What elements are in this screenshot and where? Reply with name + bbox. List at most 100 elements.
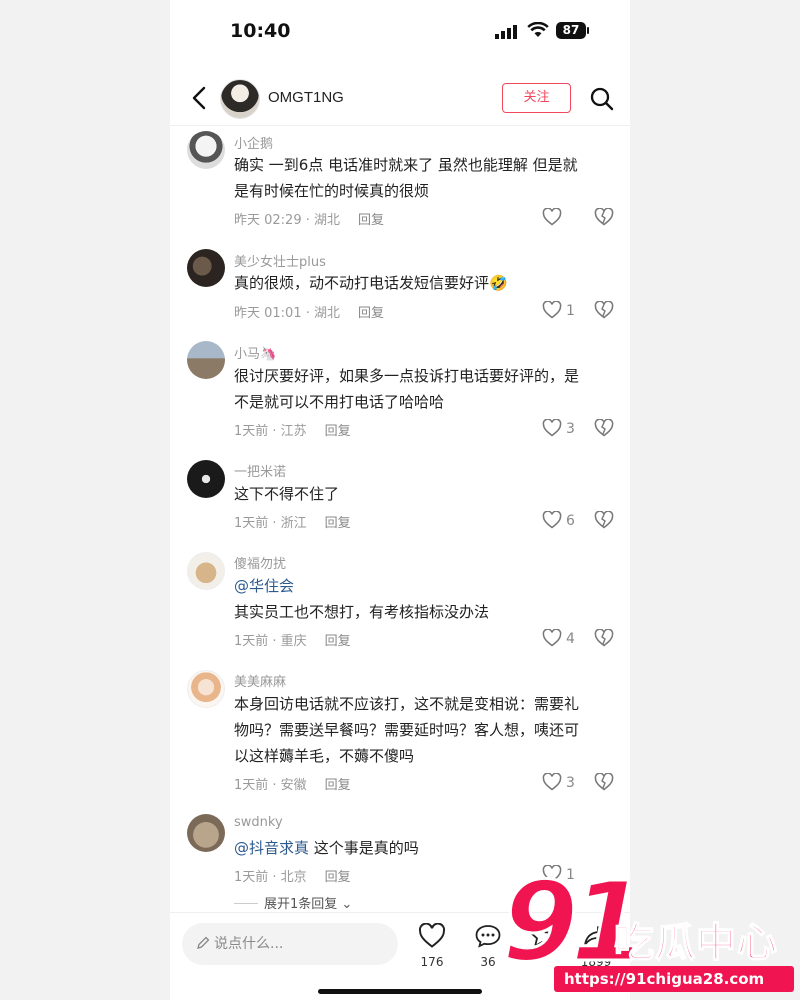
comment-time-location: 昨天 01:01 · 湖北 bbox=[234, 306, 340, 321]
signal-icon bbox=[495, 24, 519, 43]
expand-replies-button[interactable]: 展开1条回复 ⌄ bbox=[234, 893, 352, 912]
broken-heart-icon[interactable] bbox=[594, 772, 614, 795]
phone-screen: 10:40 87 OMGT1NG 关注 小企鹅 确实 一到6点 电话准时就来了 … bbox=[170, 0, 630, 1000]
commenter-avatar[interactable] bbox=[187, 460, 225, 498]
comment-text: 真的很烦，动不动打电话发短信要好评🤣 bbox=[234, 270, 614, 296]
comment-line: 是有时候在忙的时候真的很烦 bbox=[234, 182, 430, 200]
like-button[interactable]: 6 bbox=[542, 510, 575, 531]
like-count: 1 bbox=[566, 867, 575, 883]
reply-button[interactable]: 回复 bbox=[325, 516, 351, 531]
broken-heart-icon[interactable] bbox=[594, 418, 614, 441]
author-name[interactable]: OMGT1NG bbox=[268, 89, 344, 106]
comment-meta: 昨天 01:01 · 湖北 回复 bbox=[234, 302, 384, 321]
commenter-avatar[interactable] bbox=[187, 249, 225, 287]
heart-icon bbox=[418, 922, 446, 948]
reply-button[interactable]: 回复 bbox=[358, 306, 384, 321]
commenter-name[interactable]: 美少女壮士plus bbox=[234, 251, 326, 270]
comment-meta: 1天前 · 安徽 回复 bbox=[234, 774, 351, 793]
comment-total: 36 bbox=[480, 955, 496, 969]
commenter-avatar[interactable] bbox=[187, 552, 225, 590]
like-count: 6 bbox=[566, 513, 575, 529]
status-time: 10:40 bbox=[230, 20, 291, 42]
comment-line: 很讨厌要好评，如果多一点投诉打电话要好评的，是 bbox=[234, 367, 580, 385]
reply-button[interactable]: 回复 bbox=[325, 870, 351, 885]
mention-link[interactable]: @华住会 bbox=[234, 573, 614, 599]
chat-bubble-icon bbox=[475, 925, 501, 948]
broken-heart-icon[interactable] bbox=[594, 207, 614, 230]
comment-line: 其实员工也不想打，有考核指标没办法 bbox=[234, 603, 490, 621]
commenter-avatar[interactable] bbox=[187, 341, 225, 379]
home-indicator bbox=[318, 989, 482, 994]
comment-line: 不是就可以不用打电话了哈哈哈 bbox=[234, 393, 445, 411]
commenter-name[interactable]: 小企鹅 bbox=[234, 133, 273, 152]
heart-icon bbox=[542, 864, 562, 883]
like-count: 1 bbox=[566, 303, 575, 319]
like-button[interactable]: 1 bbox=[542, 300, 575, 321]
comment-text: @华住会 其实员工也不想打，有考核指标没办法 bbox=[234, 573, 614, 625]
watermark-name: 吃瓜中心 bbox=[613, 919, 778, 967]
mention-link[interactable]: @抖音求真 bbox=[234, 839, 309, 857]
battery-icon: 87 bbox=[556, 22, 586, 39]
back-arrow-icon[interactable] bbox=[188, 85, 214, 111]
divider-line bbox=[234, 903, 258, 904]
search-icon[interactable] bbox=[589, 86, 615, 112]
chevron-down-icon: ⌄ bbox=[341, 897, 353, 912]
commenter-avatar[interactable] bbox=[187, 131, 225, 169]
heart-icon bbox=[542, 300, 562, 319]
favorite-post-button[interactable] bbox=[520, 922, 564, 953]
heart-icon bbox=[542, 207, 562, 226]
broken-heart-icon[interactable] bbox=[594, 510, 614, 533]
comment-text: @抖音求真 这个事是真的吗 bbox=[234, 835, 614, 861]
comment-meta: 1天前 · 重庆 回复 bbox=[234, 630, 351, 649]
commenter-name[interactable]: swdnky bbox=[234, 815, 283, 830]
comment-line: 确实 一到6点 电话准时就来了 虽然也能理解 但是就 bbox=[234, 156, 578, 174]
comment-line: 以这样薅羊毛，不薅不傻吗 bbox=[234, 747, 415, 765]
comment-time-location: 1天前 · 浙江 bbox=[234, 516, 307, 531]
commenter-name[interactable]: 傻福勿扰 bbox=[234, 553, 286, 572]
bottom-action-bar: 说点什么... 176 36 1899 bbox=[170, 912, 630, 1000]
star-icon bbox=[528, 922, 556, 948]
like-count: 3 bbox=[566, 421, 575, 437]
heart-icon bbox=[542, 628, 562, 647]
like-count: 4 bbox=[566, 631, 575, 647]
reply-button[interactable]: 回复 bbox=[325, 424, 351, 439]
input-placeholder: 说点什么... bbox=[214, 936, 284, 952]
reply-button[interactable]: 回复 bbox=[325, 778, 351, 793]
like-button[interactable]: 1 bbox=[542, 864, 575, 885]
broken-heart-icon[interactable] bbox=[594, 300, 614, 323]
share-total: 1899 bbox=[580, 955, 612, 969]
commenter-avatar[interactable] bbox=[187, 670, 225, 708]
like-button[interactable]: 3 bbox=[542, 418, 575, 439]
author-avatar[interactable] bbox=[220, 79, 260, 119]
comment-time-location: 1天前 · 江苏 bbox=[234, 424, 307, 439]
comment-time-location: 1天前 · 北京 bbox=[234, 870, 307, 885]
broken-heart-icon[interactable] bbox=[594, 628, 614, 651]
status-bar: 10:40 87 bbox=[170, 0, 630, 62]
comment-line: 这下不得不住了 bbox=[234, 485, 340, 503]
comment-text: 本身回访电话就不应该打，这不就是变相说：需要礼 物吗？需要送早餐吗？需要延时吗？… bbox=[234, 691, 614, 769]
like-button[interactable]: 3 bbox=[542, 772, 575, 793]
heart-icon bbox=[542, 772, 562, 791]
like-total: 176 bbox=[420, 955, 444, 969]
commenter-avatar[interactable] bbox=[187, 814, 225, 852]
comment-text: 很讨厌要好评，如果多一点投诉打电话要好评的，是 不是就可以不用打电话了哈哈哈 bbox=[234, 363, 614, 415]
comment-time-location: 昨天 02:29 · 湖北 bbox=[234, 213, 340, 228]
comment-text: 这下不得不住了 bbox=[234, 481, 614, 507]
like-count: 3 bbox=[566, 775, 575, 791]
comment-meta: 1天前 · 浙江 回复 bbox=[234, 512, 351, 531]
follow-button[interactable]: 关注 bbox=[502, 83, 571, 113]
comment-post-button[interactable]: 36 bbox=[466, 923, 510, 969]
like-post-button[interactable]: 176 bbox=[410, 922, 454, 969]
like-button[interactable] bbox=[542, 207, 566, 228]
reply-button[interactable]: 回复 bbox=[358, 213, 384, 228]
comment-input[interactable]: 说点什么... bbox=[182, 923, 398, 965]
commenter-name[interactable]: 美美麻麻 bbox=[234, 671, 286, 690]
like-button[interactable]: 4 bbox=[542, 628, 575, 649]
commenter-name[interactable]: 小马🦄 bbox=[234, 343, 276, 362]
share-arrow-icon bbox=[584, 926, 608, 946]
commenter-name[interactable]: 一把米诺 bbox=[234, 461, 286, 480]
top-nav: OMGT1NG 关注 bbox=[170, 72, 630, 126]
expand-label: 展开1条回复 bbox=[264, 897, 338, 912]
reply-button[interactable]: 回复 bbox=[325, 634, 351, 649]
share-post-button[interactable]: 1899 bbox=[574, 923, 618, 969]
